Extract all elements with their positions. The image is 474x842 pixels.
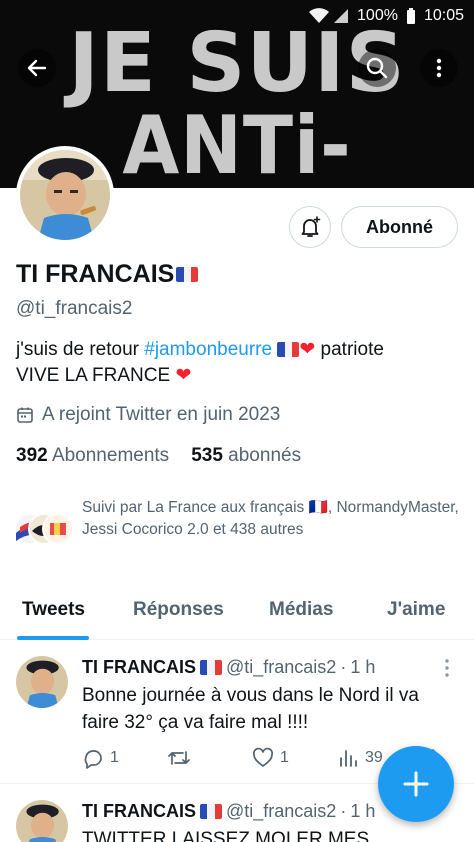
profile-tabs: Tweets Réponses Médias J'aime	[0, 586, 474, 640]
retweet-icon	[168, 751, 190, 765]
battery-icon	[406, 8, 415, 24]
tab-tweets-label: Tweets	[22, 599, 86, 620]
tweet-avatar[interactable]	[16, 656, 68, 708]
red-heart-icon: ❤	[299, 339, 316, 360]
tab-replies-label: Réponses	[133, 599, 224, 620]
french-flag-icon	[200, 660, 222, 675]
tab-likes[interactable]: J'aime	[387, 586, 445, 640]
followed-by-section[interactable]: Suivi par La France aux français 🇫🇷, Nor…	[14, 497, 459, 551]
views-button[interactable]: 39	[337, 747, 383, 769]
more-vertical-icon	[436, 58, 442, 78]
tweet-avatar-picture	[16, 800, 68, 842]
bio-hashtag-link[interactable]: #jambonbeurre	[144, 339, 272, 360]
tweet-header: TI FRANCAIS @ti_francais2 · 1 h	[82, 657, 375, 678]
french-flag-icon	[277, 342, 300, 358]
profile-name-row: TI FRANCAIS	[16, 260, 199, 289]
tab-media-label: Médias	[269, 599, 334, 620]
french-flag-icon	[176, 267, 199, 282]
bio-text-suffix: patriote	[315, 339, 384, 360]
tab-likes-label: J'aime	[387, 599, 446, 620]
tab-tweets[interactable]: Tweets	[17, 586, 89, 640]
plus-icon	[403, 771, 429, 797]
clock: 10:05	[423, 7, 464, 24]
reply-count: 1	[110, 749, 119, 766]
tweet-author-name[interactable]: TI FRANCAIS	[82, 657, 196, 678]
tweet-separator: ·	[340, 801, 347, 821]
like-count: 1	[280, 749, 289, 766]
tweet-more-button[interactable]	[440, 658, 454, 683]
views-icon	[340, 750, 357, 767]
search-button[interactable]	[358, 49, 396, 87]
followers-stat[interactable]: 535 abonnés	[191, 445, 301, 467]
notifications-bell-button[interactable]	[289, 206, 331, 248]
avatar-picture	[20, 150, 110, 240]
french-flag-icon	[200, 804, 222, 819]
following-stat[interactable]: 392 Abonnements	[16, 445, 169, 467]
reply-button[interactable]: 1	[82, 747, 119, 769]
calendar-icon	[17, 407, 33, 423]
tweet-author-handle: @ti_francais2	[226, 801, 337, 821]
search-icon	[366, 57, 388, 79]
followers-count: 535	[191, 445, 223, 466]
tweet-author-name[interactable]: TI FRANCAIS	[82, 801, 196, 822]
followed-by-avatars	[14, 511, 74, 551]
joined-text: A rejoint Twitter en juin 2023	[42, 404, 281, 425]
tweet-author-handle: @ti_francais2	[226, 657, 337, 677]
heart-icon	[252, 747, 274, 767]
wifi-icon	[309, 8, 330, 23]
tab-replies[interactable]: Réponses	[133, 586, 224, 640]
reply-icon	[84, 750, 102, 769]
views-count: 39	[365, 749, 383, 766]
bio-line2: VIVE LA FRANCE	[16, 365, 176, 386]
tweet-text: TWITTER LAISSEZ MOI ER MES	[82, 829, 370, 842]
tweet-text: Bonne journée à vous dans le Nord il va …	[82, 685, 419, 733]
tweet-time: 1 h	[350, 801, 376, 821]
profile-avatar[interactable]	[16, 146, 114, 244]
joined-date: A rejoint Twitter en juin 2023	[16, 404, 280, 426]
tweet-separator: ·	[340, 657, 347, 677]
cell-signal-icon	[334, 9, 349, 23]
profile-handle: @ti_francais2	[16, 298, 133, 319]
followers-label: abonnés	[228, 445, 302, 466]
more-options-button[interactable]	[420, 49, 458, 87]
following-button[interactable]: Abonné	[341, 206, 458, 248]
tab-media[interactable]: Médias	[269, 586, 333, 640]
like-button[interactable]: 1	[252, 747, 289, 769]
retweet-button[interactable]	[167, 747, 197, 769]
battery-level: 100%	[357, 7, 398, 24]
compose-tweet-button[interactable]	[378, 746, 454, 822]
signal-icons	[308, 8, 349, 24]
tweet-avatar-picture	[16, 656, 68, 708]
profile-bio: j'suis de retour #jambonbeurre ❤ patriot…	[16, 337, 456, 389]
back-button[interactable]	[18, 49, 56, 87]
arrow-left-icon	[27, 59, 47, 77]
tweet-time: 1 h	[350, 657, 376, 677]
followed-by-text: Suivi par La France aux français 🇫🇷, Nor…	[82, 499, 459, 538]
following-count: 392	[16, 445, 48, 466]
profile-name: TI FRANCAIS	[16, 260, 175, 288]
bio-text: j'suis de retour	[16, 339, 145, 360]
bell-plus-icon	[301, 216, 321, 237]
red-heart-icon: ❤	[175, 365, 192, 386]
tweet-header: TI FRANCAIS @ti_francais2 · 1 h	[82, 801, 375, 822]
tweet-avatar[interactable]	[16, 800, 68, 842]
following-label: Abonnements	[51, 445, 170, 466]
status-bar: 100% 10:05	[0, 0, 474, 32]
follow-stats: 392 Abonnements 535 abonnés	[16, 445, 301, 467]
more-vertical-icon	[445, 659, 449, 677]
